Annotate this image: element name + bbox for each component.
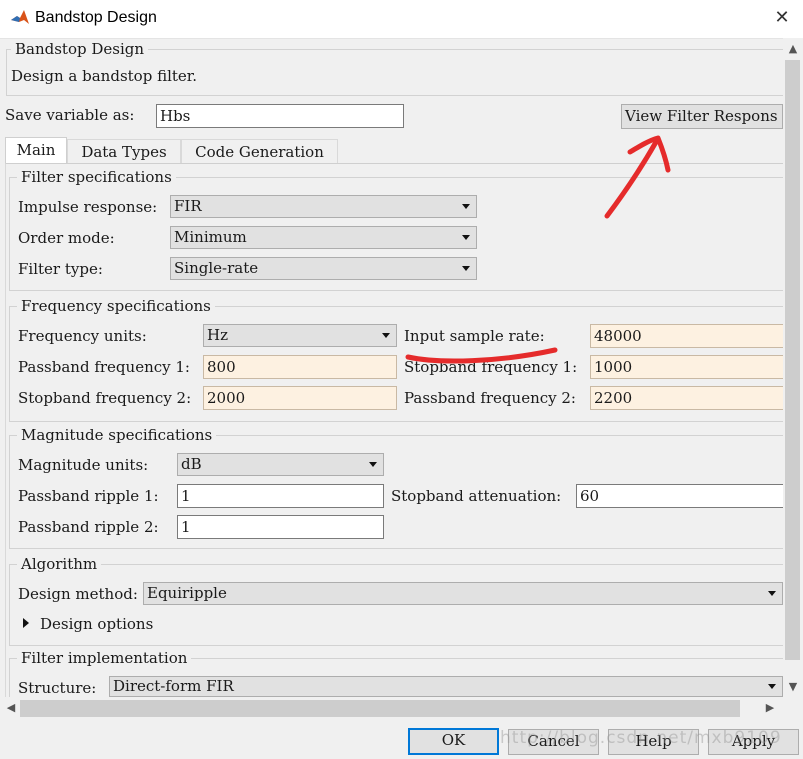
annotation-underline	[405, 347, 558, 364]
annotation-overlay	[405, 135, 671, 364]
